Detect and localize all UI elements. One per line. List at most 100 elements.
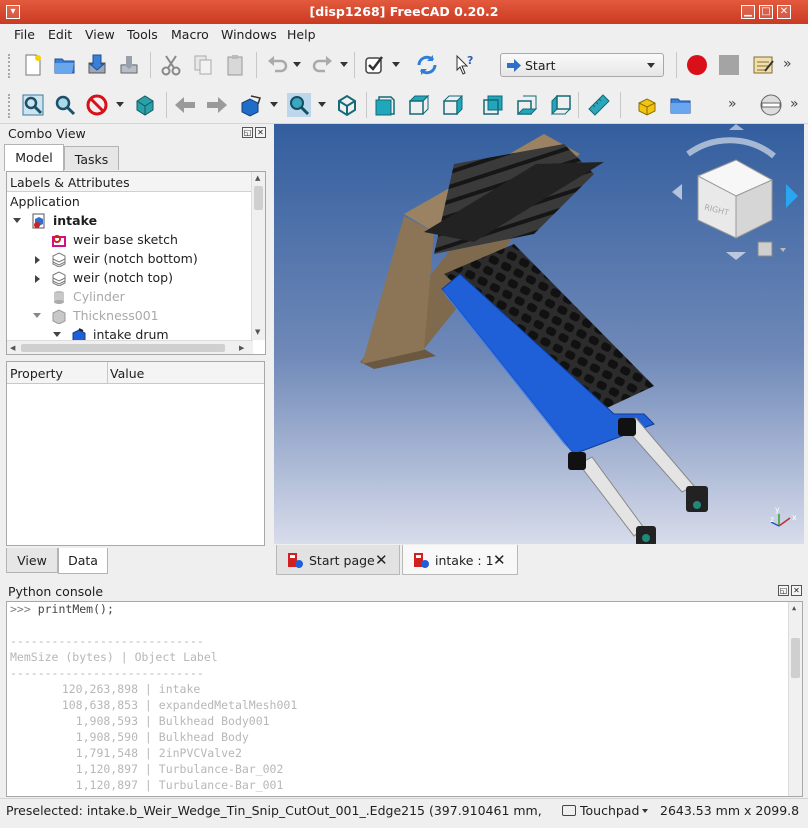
- tab-model[interactable]: Model: [4, 144, 64, 171]
- model-tree[interactable]: Labels & Attributes Application intake w…: [6, 171, 266, 355]
- console-scrollbar[interactable]: ▲: [788, 602, 802, 796]
- tab-start-page[interactable]: Start page ✕: [276, 545, 400, 575]
- scrollbar-thumb[interactable]: [791, 638, 800, 678]
- tab-intake[interactable]: intake : 1 ✕: [402, 545, 518, 575]
- paste-icon[interactable]: [222, 52, 248, 78]
- right-view-icon[interactable]: [440, 92, 466, 118]
- whats-this-icon[interactable]: ?: [452, 52, 478, 78]
- top-view-icon[interactable]: [406, 92, 432, 118]
- console-command-line[interactable]: >>> printMem();: [10, 602, 114, 616]
- property-view[interactable]: Property Value: [6, 361, 265, 546]
- navigation-cube[interactable]: RIGHT: [672, 124, 798, 260]
- bounding-box-icon[interactable]: [132, 92, 158, 118]
- zoom-dropdown-icon[interactable]: [318, 102, 326, 107]
- menu-macro[interactable]: Macro: [171, 27, 209, 42]
- scroll-left-icon[interactable]: ◀: [10, 344, 15, 352]
- undo-dropdown-icon[interactable]: [293, 62, 301, 67]
- close-tab-icon[interactable]: ✕: [493, 551, 506, 569]
- bottom-view-icon[interactable]: [514, 92, 540, 118]
- float-panel-icon[interactable]: ◱: [778, 585, 789, 596]
- scrollbar-thumb[interactable]: [21, 344, 225, 352]
- float-panel-icon[interactable]: ◱: [242, 127, 253, 138]
- workbench-selector[interactable]: Start: [500, 53, 664, 77]
- front-view-icon[interactable]: [372, 92, 398, 118]
- menu-windows[interactable]: Windows: [221, 27, 277, 42]
- create-group-icon[interactable]: [668, 92, 694, 118]
- scrollbar-thumb[interactable]: [254, 186, 263, 210]
- create-part-icon[interactable]: [634, 92, 660, 118]
- toolbar-grip[interactable]: [8, 94, 11, 118]
- scroll-up-icon[interactable]: ▲: [792, 604, 796, 612]
- toolbar-overflow-icon[interactable]: »: [783, 56, 792, 72]
- model-render[interactable]: RIGHT z x y: [274, 124, 804, 544]
- stop-macro-icon[interactable]: [716, 52, 742, 78]
- new-document-icon[interactable]: [20, 52, 46, 78]
- close-panel-icon[interactable]: ✕: [791, 585, 802, 596]
- value-column-header[interactable]: Value: [110, 366, 144, 381]
- web-browser-icon[interactable]: [758, 92, 784, 118]
- tree-item-weir-notch-top[interactable]: weir (notch top): [7, 269, 247, 288]
- maximize-button[interactable]: □: [759, 5, 773, 19]
- close-window-button[interactable]: ✕: [777, 5, 791, 19]
- std-views-dropdown-icon[interactable]: [270, 102, 278, 107]
- minimize-button[interactable]: ▁: [741, 5, 755, 19]
- save-icon[interactable]: [84, 52, 110, 78]
- tree-item-thickness001[interactable]: Thickness001: [7, 307, 247, 326]
- close-tab-icon[interactable]: ✕: [375, 551, 388, 569]
- draw-style-dropdown-icon[interactable]: [116, 102, 124, 107]
- scroll-up-icon[interactable]: ▲: [255, 174, 260, 182]
- weir-fins[interactable]: [424, 144, 604, 254]
- tree-item-weir-notch-bottom[interactable]: weir (notch bottom): [7, 250, 247, 269]
- zoom-box-icon[interactable]: [286, 92, 312, 118]
- chevron-down-icon[interactable]: [13, 218, 21, 223]
- edit-macro-icon[interactable]: [750, 52, 776, 78]
- tab-view[interactable]: View: [6, 548, 58, 573]
- forward-arrow-icon[interactable]: [204, 92, 230, 118]
- tab-tasks[interactable]: Tasks: [64, 146, 119, 170]
- tree-item-cylinder[interactable]: Cylinder: [7, 288, 247, 307]
- chevron-down-icon[interactable]: [53, 332, 61, 337]
- undo-icon[interactable]: [264, 52, 290, 78]
- back-arrow-icon[interactable]: [172, 92, 198, 118]
- draw-style-icon[interactable]: [84, 92, 110, 118]
- redo-icon[interactable]: [310, 52, 336, 78]
- scroll-right-icon[interactable]: ▶: [239, 344, 244, 352]
- tree-item-weir-base-sketch[interactable]: weir base sketch: [7, 231, 247, 250]
- copy-icon[interactable]: [190, 52, 216, 78]
- left-view-icon[interactable]: [548, 92, 574, 118]
- menu-file[interactable]: File: [14, 27, 35, 42]
- redo-dropdown-icon[interactable]: [340, 62, 348, 67]
- property-column-header[interactable]: Property: [10, 366, 63, 381]
- menu-edit[interactable]: Edit: [48, 27, 72, 42]
- chevron-right-icon[interactable]: [35, 256, 40, 264]
- chevron-down-icon[interactable]: [33, 313, 41, 318]
- chevron-right-icon[interactable]: [35, 275, 40, 283]
- menu-tools[interactable]: Tools: [127, 27, 158, 42]
- 3d-viewport[interactable]: RIGHT z x y: [274, 124, 804, 544]
- open-folder-icon[interactable]: [52, 52, 78, 78]
- toolbar-grip[interactable]: [8, 54, 11, 78]
- rear-view-icon[interactable]: [480, 92, 506, 118]
- recompute-icon[interactable]: [414, 52, 440, 78]
- menu-view[interactable]: View: [85, 27, 115, 42]
- fit-selection-icon[interactable]: [52, 92, 78, 118]
- python-console[interactable]: >>> printMem(); ------------------------…: [6, 601, 803, 797]
- refresh-checkbox-icon[interactable]: [362, 52, 388, 78]
- tree-header[interactable]: Labels & Attributes: [7, 172, 253, 192]
- close-panel-icon[interactable]: ✕: [255, 127, 266, 138]
- save-as-icon[interactable]: [116, 52, 142, 78]
- toolbar-overflow-icon[interactable]: »: [790, 96, 799, 112]
- record-macro-icon[interactable]: [684, 52, 710, 78]
- tree-vertical-scrollbar[interactable]: ▲ ▼: [251, 172, 265, 340]
- cut-icon[interactable]: [158, 52, 184, 78]
- tree-item-intake[interactable]: intake: [7, 212, 247, 231]
- measure-distance-icon[interactable]: [586, 92, 612, 118]
- fit-all-icon[interactable]: [20, 92, 46, 118]
- std-views-icon[interactable]: [238, 92, 264, 118]
- toolbar-overflow-icon[interactable]: »: [728, 96, 737, 112]
- tab-data[interactable]: Data: [58, 548, 108, 574]
- isometric-view-icon[interactable]: [334, 92, 360, 118]
- checkbox-dropdown-icon[interactable]: [392, 62, 400, 67]
- tree-horizontal-scrollbar[interactable]: ◀ ▶: [7, 340, 253, 354]
- scroll-down-icon[interactable]: ▼: [255, 328, 260, 336]
